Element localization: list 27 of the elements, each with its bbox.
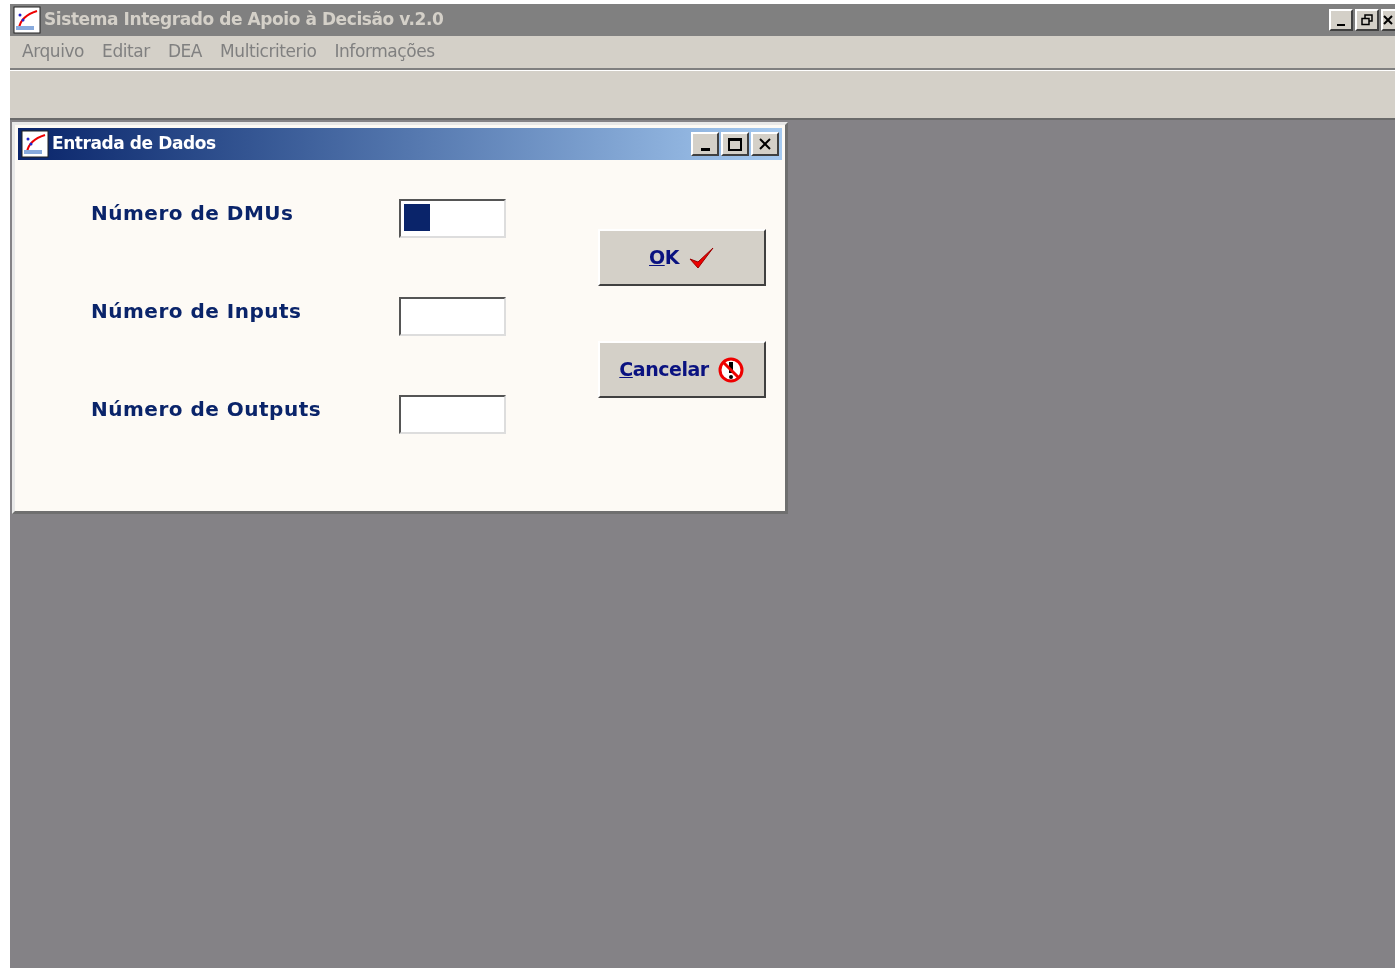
minimize-button[interactable] bbox=[1329, 9, 1353, 31]
input-field[interactable] bbox=[399, 297, 506, 336]
app-logo-icon bbox=[13, 6, 41, 34]
menu-item[interactable]: Multicriterio bbox=[212, 39, 325, 65]
input-field[interactable] bbox=[399, 395, 506, 434]
field-label: Número de Inputs bbox=[91, 298, 303, 325]
maximize-button[interactable] bbox=[721, 132, 749, 156]
cancel-button[interactable]: Cancelar bbox=[598, 341, 766, 398]
restore-icon bbox=[1361, 14, 1373, 26]
close-button[interactable] bbox=[751, 132, 779, 156]
menu-item[interactable]: Informações bbox=[326, 39, 443, 65]
prohibited-icon bbox=[716, 355, 745, 384]
close-button[interactable] bbox=[1381, 9, 1395, 31]
close-icon bbox=[1383, 15, 1393, 25]
menu-item[interactable]: DEA bbox=[159, 39, 211, 65]
minimize-button[interactable] bbox=[691, 132, 719, 156]
close-icon bbox=[759, 138, 771, 150]
dialog-title: Entrada de Dados bbox=[52, 132, 216, 156]
menu-item[interactable]: Arquivo bbox=[14, 39, 93, 65]
menu-item[interactable]: Editar bbox=[94, 39, 158, 65]
field-label: Número de DMUs bbox=[91, 200, 295, 227]
ok-button[interactable]: OK bbox=[598, 229, 766, 286]
window-title: Sistema Integrado de Apoio à Decisão v.2.0 bbox=[44, 8, 444, 32]
restore-button[interactable] bbox=[1355, 9, 1379, 31]
input-field[interactable] bbox=[399, 199, 506, 238]
app-logo-icon bbox=[21, 130, 49, 158]
field-label: Número de Outputs bbox=[91, 396, 323, 423]
